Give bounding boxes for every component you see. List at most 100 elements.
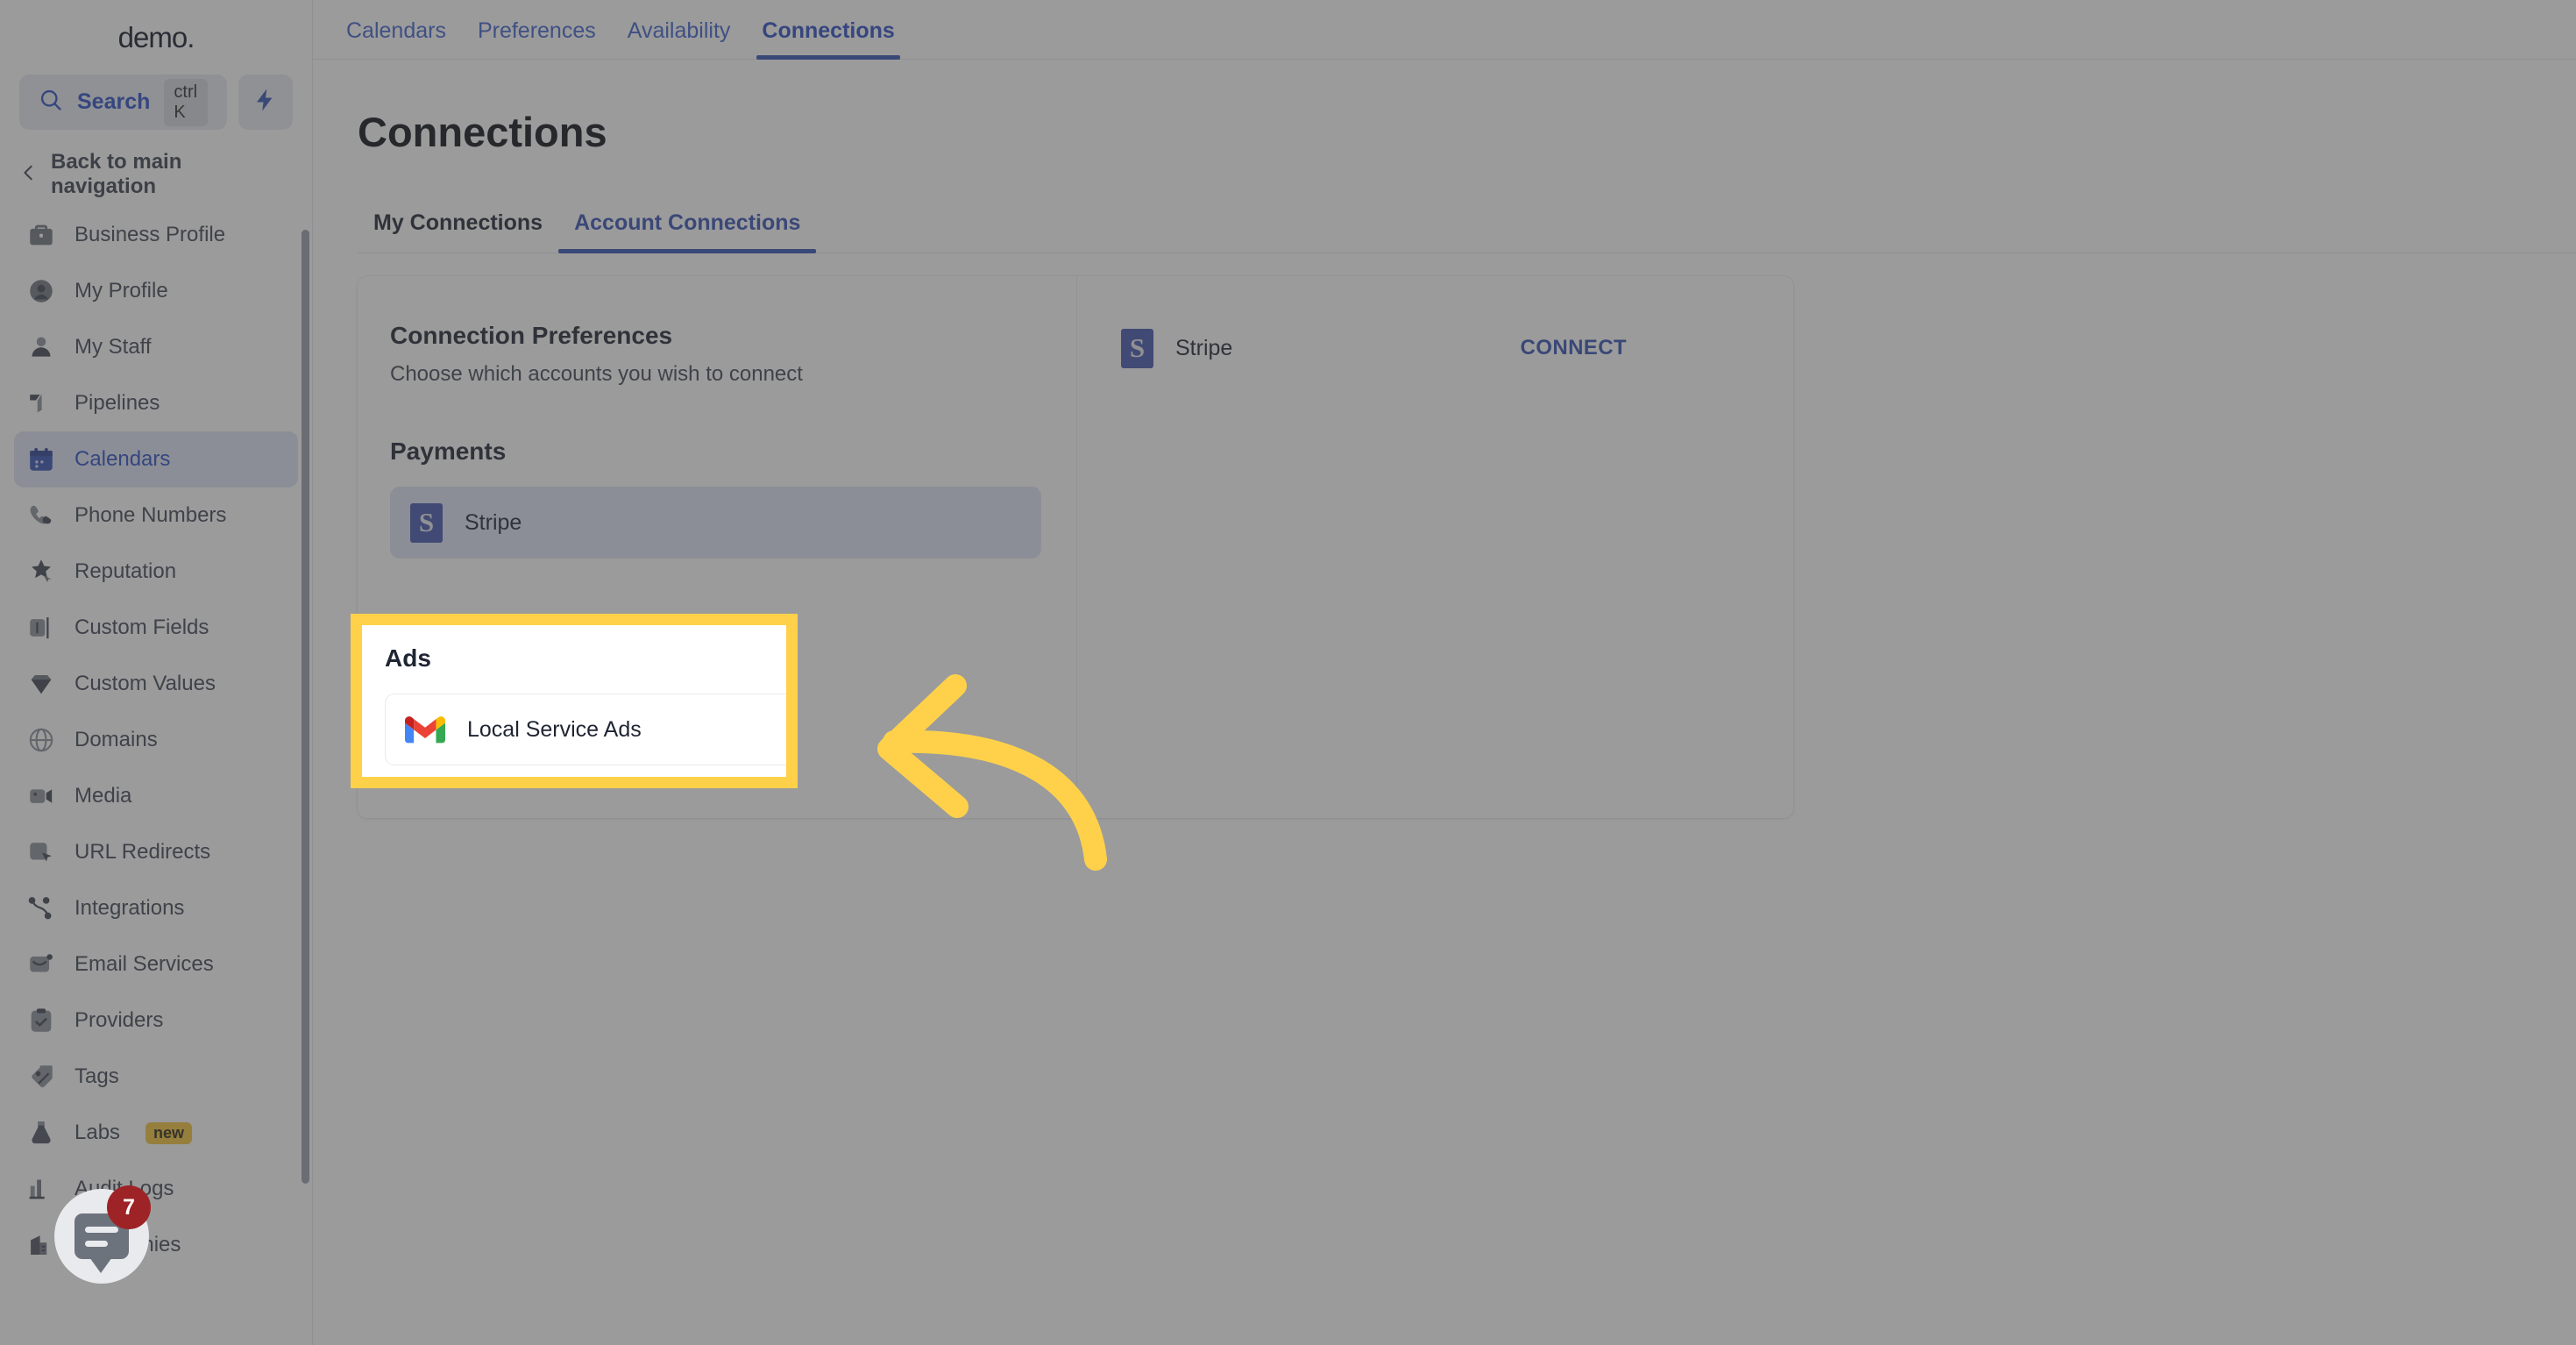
sidebar-item-label: Tags (75, 1064, 119, 1088)
sidebar: demo. Search ctrl K Back to main navigat… (0, 0, 313, 1345)
sidebar-item-label: Custom Values (75, 672, 216, 695)
connection-option-local-service-ads[interactable]: Local Service Ads (385, 694, 786, 765)
brand-name: demo. (117, 20, 195, 53)
flask-icon (26, 1118, 56, 1148)
phone-icon (26, 501, 56, 530)
sidebar-item-label: Reputation (75, 559, 177, 583)
sidebar-item-integrations[interactable]: Integrations (14, 880, 298, 936)
tab-preferences[interactable]: Preferences (462, 18, 612, 59)
sidebar-item-audit-logs[interactable]: Audit Logs (14, 1161, 298, 1217)
sidebar-item-custom-fields[interactable]: Custom Fields (14, 600, 298, 656)
chevron-left-icon (19, 161, 39, 189)
clipboard-check-icon (26, 1006, 56, 1035)
search-shortcut: ctrl K (164, 78, 208, 126)
star-icon (26, 557, 56, 587)
sidebar-item-reputation[interactable]: Reputation (14, 544, 298, 600)
connection-option-label: Local Service Ads (467, 716, 642, 742)
sidebar-item-media[interactable]: Media (14, 768, 298, 824)
account-row-label: Stripe (1175, 335, 1233, 360)
stripe-icon: S (1121, 328, 1153, 368)
funnel-icon (26, 388, 56, 418)
account-row-stripe: S Stripe CONNECT (1121, 322, 1741, 374)
tag-icon (26, 1062, 56, 1092)
nodes-icon (26, 893, 56, 923)
user-circle-icon (26, 276, 56, 306)
sidebar-item-pipelines[interactable]: Pipelines (14, 375, 298, 431)
sidebar-item-label: Calendars (75, 447, 171, 471)
sidebar-item-business-profile[interactable]: Business Profile (14, 207, 298, 263)
sidebar-item-custom-values[interactable]: Custom Values (14, 656, 298, 712)
sidebar-item-labs[interactable]: Labs new (14, 1105, 298, 1161)
sidebar-item-label: Email Services (75, 952, 214, 976)
connect-button[interactable]: CONNECT (1521, 336, 1741, 360)
gem-icon (26, 669, 56, 699)
sidebar-item-label: Labs (75, 1121, 121, 1144)
lightning-bolt-icon (252, 85, 279, 119)
sidebar-item-domains[interactable]: Domains (14, 712, 298, 768)
tab-connections[interactable]: Connections (746, 18, 910, 60)
sidebar-item-label: Media (75, 784, 132, 808)
video-camera-icon (26, 781, 56, 811)
globe-icon (26, 725, 56, 755)
account-connections-panel: S Stripe CONNECT (1077, 276, 1793, 818)
envelope-icon (26, 950, 56, 979)
sidebar-item-url-redirects[interactable]: URL Redirects (14, 824, 298, 880)
sidebar-item-label: Domains (75, 728, 158, 751)
sidebar-item-providers[interactable]: Providers (14, 993, 298, 1049)
labs-new-badge: new (145, 1121, 193, 1144)
highlight-box-ads: Ads Local Service Ads (351, 614, 798, 788)
chat-unread-badge: 7 (107, 1185, 151, 1229)
sub-tab-bar: My Connections Account Connections (358, 210, 2576, 253)
sidebar-item-label: Custom Fields (75, 616, 209, 639)
subtab-my-connections[interactable]: My Connections (358, 210, 558, 253)
bar-chart-icon (26, 1174, 56, 1204)
brand-logo[interactable]: demo. (0, 0, 312, 75)
sidebar-item-label: My Staff (75, 335, 152, 359)
sidebar-nav-list: Business Profile My Profile My Staff Pip… (0, 207, 312, 1273)
search-input[interactable]: Search ctrl K (19, 75, 227, 130)
tab-calendars[interactable]: Calendars (330, 18, 462, 59)
subtab-account-connections[interactable]: Account Connections (558, 210, 817, 253)
sidebar-item-label: Phone Numbers (75, 503, 227, 527)
group-title-ads: Ads (385, 644, 431, 672)
sidebar-item-label: URL Redirects (75, 840, 211, 864)
sidebar-item-label: Providers (75, 1008, 164, 1032)
text-field-icon (26, 613, 56, 643)
group-title-payments: Payments (390, 438, 507, 465)
sidebar-item-my-profile[interactable]: My Profile (14, 263, 298, 319)
search-icon (39, 88, 63, 117)
sidebar-search-row: Search ctrl K (0, 75, 312, 130)
building-icon (26, 1230, 56, 1260)
connection-preferences-subtitle: Choose which accounts you wish to connec… (390, 362, 803, 386)
tab-availability[interactable]: Availability (612, 18, 747, 59)
page-title: Connections (358, 109, 607, 155)
search-label: Search (77, 89, 151, 114)
connection-preferences-title: Connection Preferences (390, 322, 673, 349)
stripe-icon: S (410, 502, 443, 543)
calendar-icon (26, 445, 56, 474)
connection-option-label: Stripe (465, 509, 522, 535)
quick-action-button[interactable] (238, 75, 293, 130)
gmail-icon (405, 714, 445, 745)
page-body: Connections My Connections Account Conne… (313, 108, 2576, 253)
briefcase-icon (26, 220, 56, 250)
sidebar-item-label: Pipelines (75, 391, 160, 415)
sidebar-item-label: Integrations (75, 896, 185, 920)
sidebar-item-label: My Profile (75, 279, 168, 302)
sidebar-item-calendars[interactable]: Calendars (14, 431, 298, 487)
app-root: demo. Search ctrl K Back to main navigat… (0, 0, 2576, 1345)
sidebar-item-label: Business Profile (75, 223, 226, 246)
top-tab-bar: Calendars Preferences Availability Conne… (313, 0, 2576, 60)
sidebar-item-tags[interactable]: Tags (14, 1049, 298, 1105)
chat-launcher[interactable]: 7 (54, 1185, 151, 1284)
highlight-inner: Ads Local Service Ads (362, 625, 786, 777)
user-icon (26, 332, 56, 362)
back-to-main-navigation[interactable]: Back to main navigation (0, 142, 312, 207)
sidebar-item-my-staff[interactable]: My Staff (14, 319, 298, 375)
sidebar-item-email-services[interactable]: Email Services (14, 936, 298, 993)
back-nav-label: Back to main navigation (51, 150, 182, 198)
cursor-square-icon (26, 837, 56, 867)
sidebar-scrollbar[interactable] (302, 230, 309, 1184)
sidebar-item-phone-numbers[interactable]: Phone Numbers (14, 487, 298, 544)
connection-option-stripe[interactable]: S Stripe (390, 487, 1041, 559)
